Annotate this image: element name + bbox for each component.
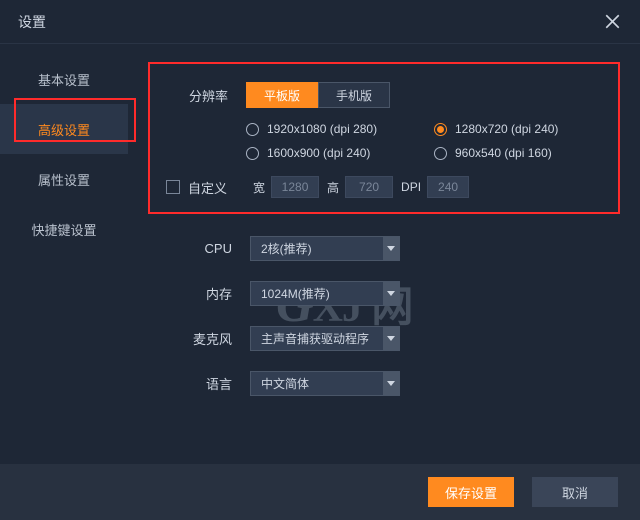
radio-icon xyxy=(434,147,447,160)
resolution-option-1920[interactable]: 1920x1080 (dpi 280) xyxy=(246,122,414,136)
mic-label: 麦克风 xyxy=(172,329,232,348)
chevron-down-icon xyxy=(383,237,399,260)
mode-phone-button[interactable]: 手机版 xyxy=(318,82,390,108)
dpi-input[interactable] xyxy=(427,176,469,198)
custom-checkbox[interactable] xyxy=(166,180,180,194)
close-icon[interactable] xyxy=(602,12,622,32)
radio-icon xyxy=(434,123,447,136)
radio-icon xyxy=(246,147,259,160)
resolution-option-960[interactable]: 960x540 (dpi 160) xyxy=(434,146,602,160)
width-label: 宽 xyxy=(253,179,265,196)
lang-label: 语言 xyxy=(172,374,232,393)
memory-select[interactable]: 1024M(推荐) xyxy=(250,281,400,306)
resolution-option-1600[interactable]: 1600x900 (dpi 240) xyxy=(246,146,414,160)
resolution-option-label: 1920x1080 (dpi 280) xyxy=(267,122,377,136)
window-title: 设置 xyxy=(18,12,46,32)
chevron-down-icon xyxy=(383,327,399,350)
sidebar-item-basic[interactable]: 基本设置 xyxy=(0,54,128,104)
dpi-label: DPI xyxy=(401,180,421,194)
mode-tablet-button[interactable]: 平板版 xyxy=(246,82,318,108)
height-label: 高 xyxy=(327,179,339,196)
sidebar-item-advanced[interactable]: 高级设置 xyxy=(0,104,128,154)
sidebar-item-hotkeys[interactable]: 快捷键设置 xyxy=(0,204,128,254)
width-input[interactable] xyxy=(271,176,319,198)
sidebar-item-properties[interactable]: 属性设置 xyxy=(0,154,128,204)
memory-label: 内存 xyxy=(172,284,232,303)
cancel-button[interactable]: 取消 xyxy=(532,477,618,507)
mic-value: 主声音捕获驱动程序 xyxy=(261,330,369,347)
resolution-panel: 分辨率 平板版 手机版 1920x1080 (dpi 280) 1280x720… xyxy=(148,62,620,214)
chevron-down-icon xyxy=(383,372,399,395)
sidebar: 基本设置 高级设置 属性设置 快捷键设置 xyxy=(0,44,128,464)
memory-value: 1024M(推荐) xyxy=(261,285,330,302)
resolution-label: 分辨率 xyxy=(166,86,228,105)
lang-value: 中文简体 xyxy=(261,375,309,392)
lang-select[interactable]: 中文简体 xyxy=(250,371,400,396)
custom-label: 自定义 xyxy=(188,178,227,197)
radio-icon xyxy=(246,123,259,136)
chevron-down-icon xyxy=(383,282,399,305)
cpu-select[interactable]: 2核(推荐) xyxy=(250,236,400,261)
footer: 保存设置 取消 xyxy=(0,464,640,520)
save-button[interactable]: 保存设置 xyxy=(428,477,514,507)
cpu-value: 2核(推荐) xyxy=(261,240,312,257)
resolution-option-label: 1280x720 (dpi 240) xyxy=(455,122,558,136)
cpu-label: CPU xyxy=(172,241,232,256)
resolution-option-label: 1600x900 (dpi 240) xyxy=(267,146,370,160)
resolution-option-1280[interactable]: 1280x720 (dpi 240) xyxy=(434,122,602,136)
resolution-option-label: 960x540 (dpi 160) xyxy=(455,146,552,160)
height-input[interactable] xyxy=(345,176,393,198)
mic-select[interactable]: 主声音捕获驱动程序 xyxy=(250,326,400,351)
